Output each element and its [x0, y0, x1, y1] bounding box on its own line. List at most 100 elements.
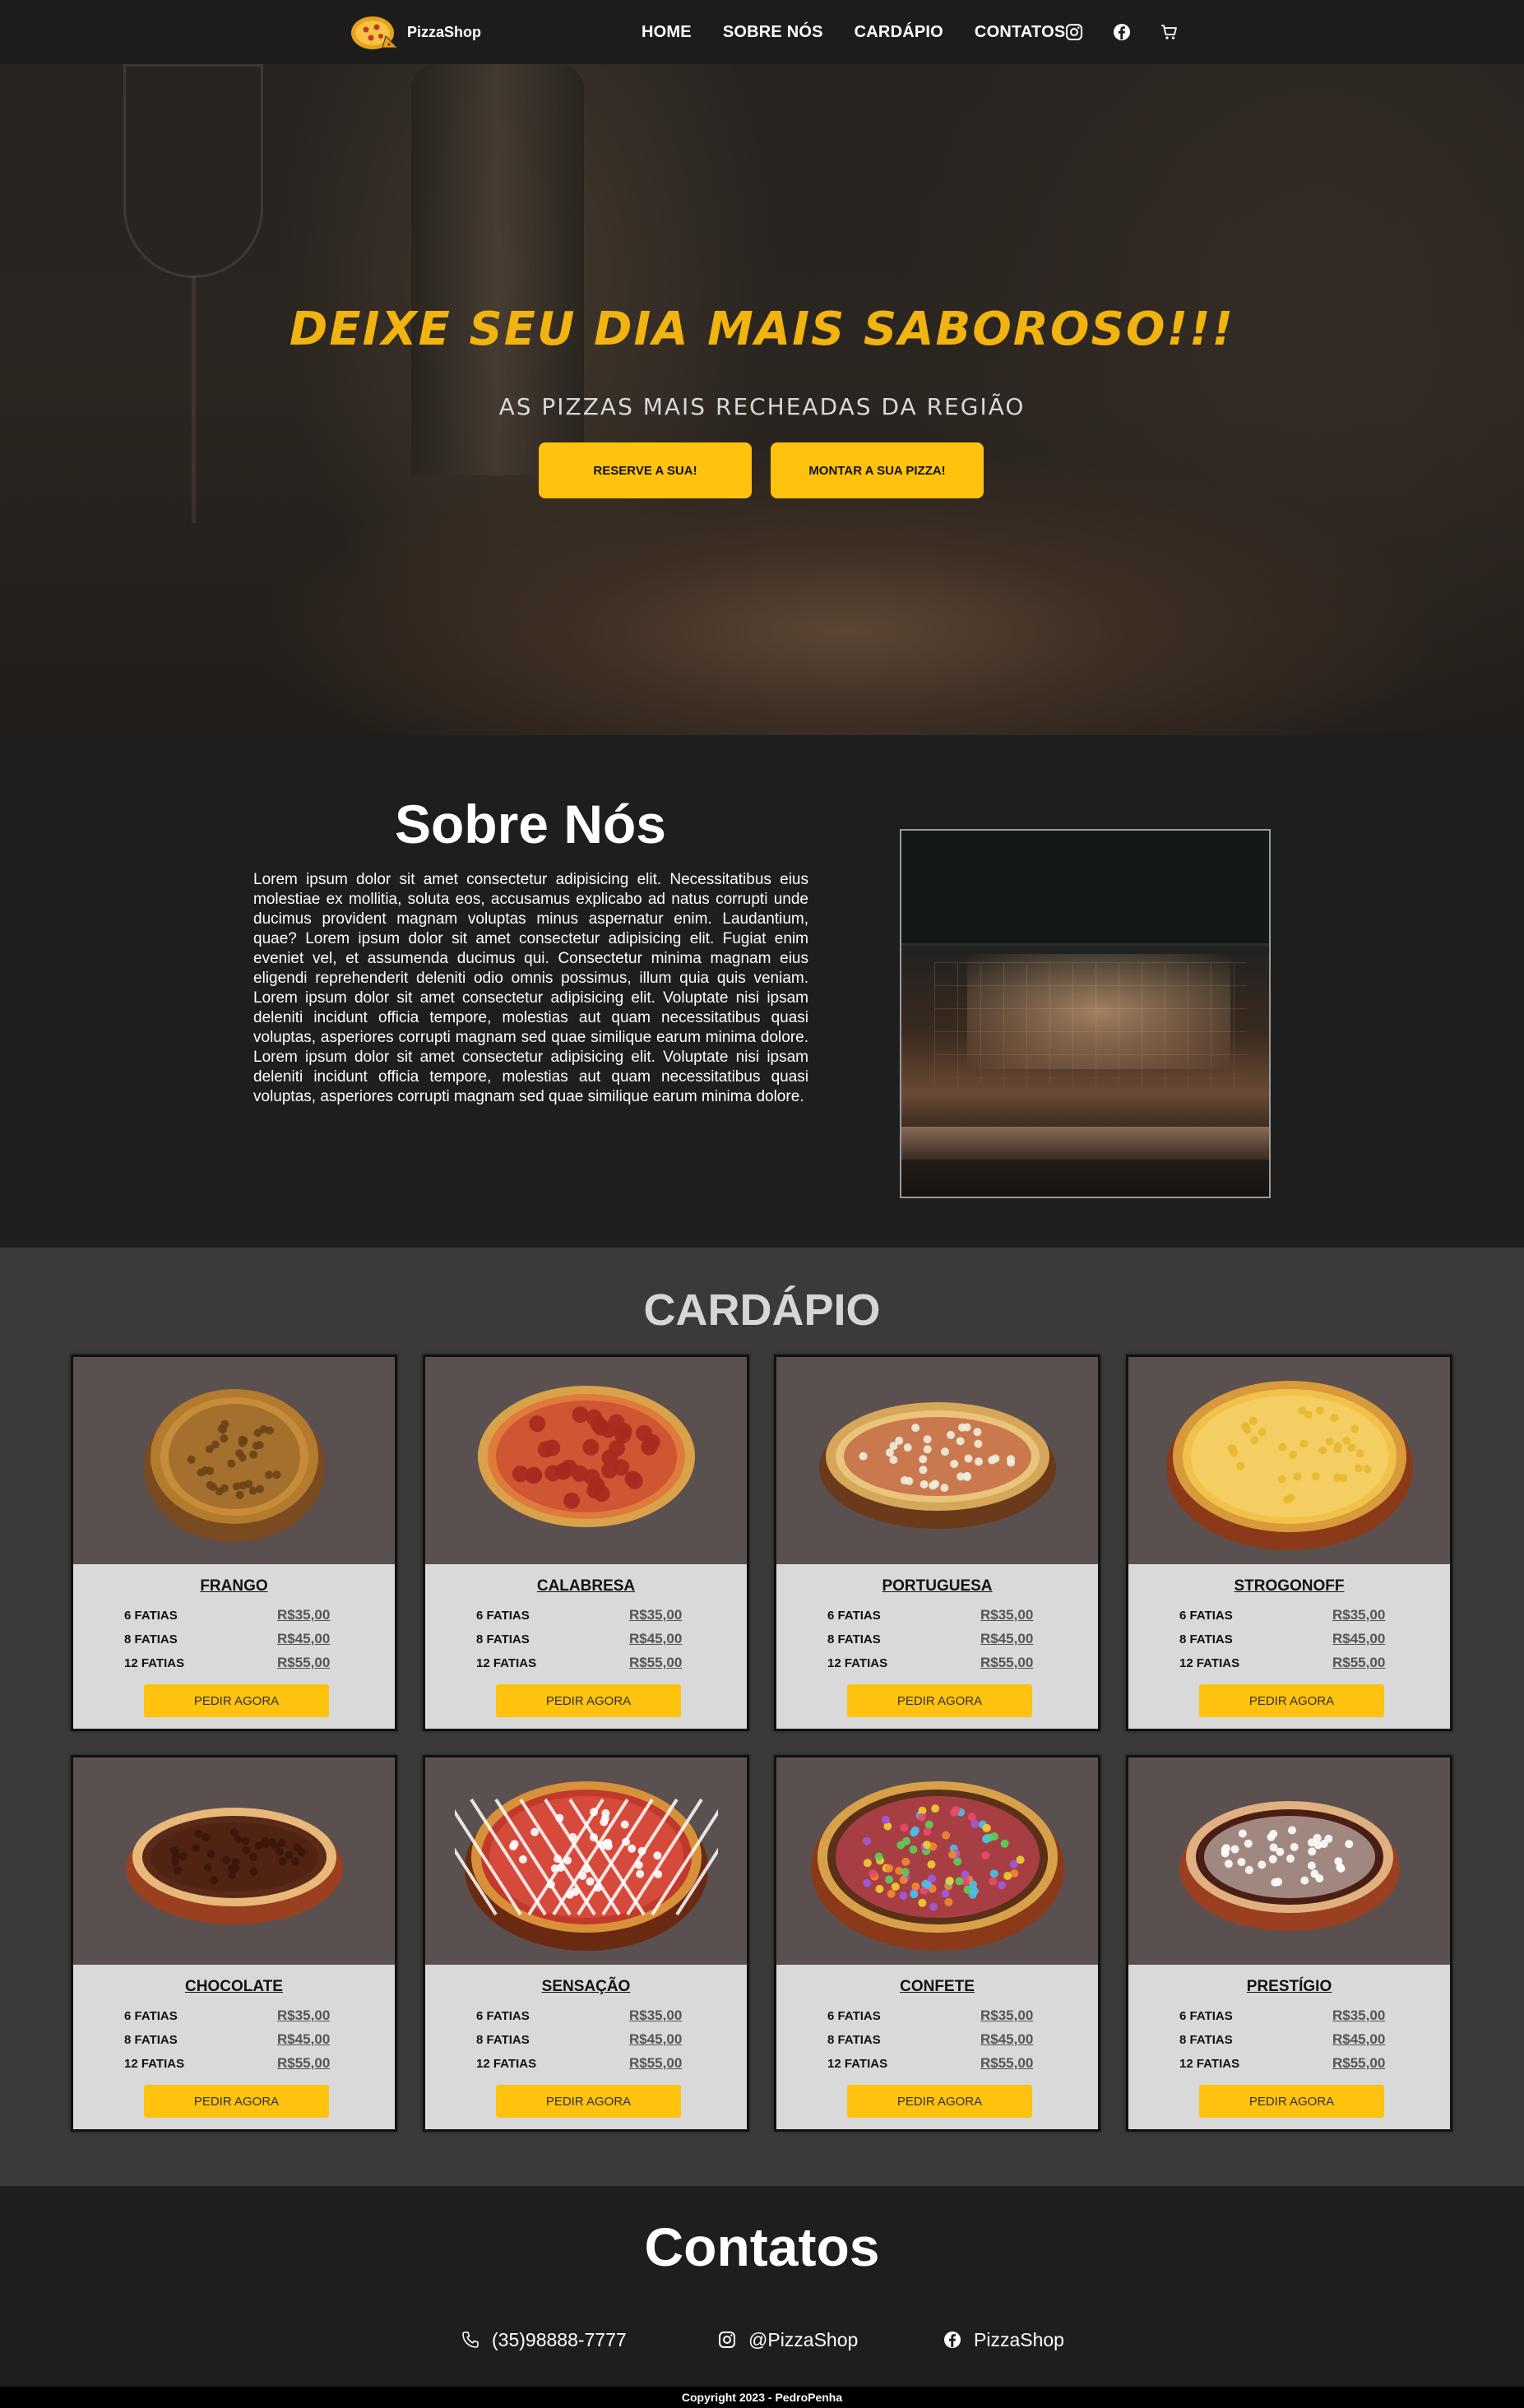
brand[interactable]: PizzaShop	[350, 12, 481, 53]
price-value[interactable]: R$45,00	[277, 2031, 330, 2048]
price-value[interactable]: R$55,00	[629, 2055, 682, 2072]
order-now-button[interactable]: PEDIR AGORA	[144, 2085, 329, 2118]
price-value[interactable]: R$45,00	[1332, 1631, 1385, 1647]
price-value[interactable]: R$35,00	[1332, 2007, 1385, 2024]
pizza-image	[1128, 1357, 1450, 1564]
price-value[interactable]: R$35,00	[629, 1607, 682, 1623]
reserve-button[interactable]: RESERVE A SUA!	[539, 442, 752, 498]
price-row: 12 FATIAS R$55,00	[124, 2055, 346, 2075]
order-now-button[interactable]: PEDIR AGORA	[847, 1684, 1032, 1717]
facebook-icon	[944, 2332, 961, 2348]
kitchen-image	[900, 829, 1271, 1198]
price-value[interactable]: R$45,00	[629, 2031, 682, 2048]
size-label: 6 FATIAS	[124, 2009, 178, 2023]
contact-phone[interactable]: (35)98888-7777	[461, 2326, 627, 2354]
size-label: 6 FATIAS	[476, 1609, 530, 1623]
size-label: 6 FATIAS	[1179, 2009, 1233, 2023]
pizza-card: CALABRESA 6 FATIAS R$35,00 8 FATIAS R$45,00 1…	[423, 1354, 749, 1731]
price-value[interactable]: R$45,00	[980, 2031, 1033, 2048]
size-label: 12 FATIAS	[476, 1656, 537, 1670]
price-value[interactable]: R$35,00	[980, 1607, 1033, 1623]
pizza-name: CHOCOLATE	[185, 1978, 283, 1995]
size-label: 8 FATIAS	[827, 2033, 881, 2047]
pizza-name: FRANGO	[200, 1577, 268, 1595]
price-row: 12 FATIAS R$55,00	[476, 1655, 698, 1674]
pizza-card: CONFETE 6 FATIAS R$35,00 8 FATIAS R$45,00 12 …	[774, 1755, 1100, 2132]
pizza-illustration	[810, 1781, 1064, 1951]
price-row: 12 FATIAS R$55,00	[1179, 2055, 1401, 2075]
price-value[interactable]: R$35,00	[277, 1607, 330, 1623]
order-now-button[interactable]: PEDIR AGORA	[496, 2085, 681, 2118]
price-value[interactable]: R$45,00	[1332, 2031, 1385, 2048]
order-now-button[interactable]: PEDIR AGORA	[144, 1684, 329, 1717]
price-value[interactable]: R$45,00	[980, 1631, 1033, 1647]
pizza-illustration	[477, 1386, 695, 1527]
size-label: 6 FATIAS	[827, 2009, 881, 2023]
pizza-card: STROGONOFF 6 FATIAS R$35,00 8 FATIAS R$45,00…	[1126, 1354, 1452, 1731]
hero-wine-glass	[123, 64, 263, 278]
price-row: 8 FATIAS R$45,00	[476, 1631, 698, 1651]
facebook-icon[interactable]	[1112, 22, 1132, 42]
price-value[interactable]: R$55,00	[1332, 2055, 1385, 2072]
price-row: 6 FATIAS R$35,00	[476, 1607, 698, 1627]
build-pizza-button[interactable]: MONTAR A SUA PIZZA!	[771, 442, 984, 498]
price-row: 8 FATIAS R$45,00	[476, 2031, 698, 2051]
size-label: 12 FATIAS	[1179, 2057, 1240, 2071]
pizza-illustration	[818, 1402, 1056, 1529]
price-value[interactable]: R$55,00	[980, 2055, 1033, 2072]
pizza-image	[776, 1357, 1098, 1564]
price-value[interactable]: R$45,00	[629, 1631, 682, 1647]
size-label: 6 FATIAS	[1179, 1609, 1233, 1623]
order-now-button[interactable]: PEDIR AGORA	[1199, 2085, 1384, 2118]
price-row: 6 FATIAS R$35,00	[827, 2007, 1049, 2027]
price-row: 8 FATIAS R$45,00	[1179, 2031, 1401, 2051]
contact-instagram[interactable]: @PizzaShop	[717, 2326, 858, 2354]
pizza-illustration	[125, 1808, 343, 1924]
price-value[interactable]: R$55,00	[1332, 1655, 1385, 1671]
price-value[interactable]: R$55,00	[980, 1655, 1033, 1671]
size-label: 12 FATIAS	[476, 2057, 537, 2071]
contact-facebook[interactable]: PizzaShop	[943, 2326, 1064, 2354]
price-value[interactable]: R$35,00	[629, 2007, 682, 2024]
sobre-section: Sobre Nós Lorem ipsum dolor sit amet con…	[0, 735, 1524, 1248]
kitchen-counter	[901, 1127, 1269, 1160]
price-row: 12 FATIAS R$55,00	[476, 2055, 698, 2075]
order-now-button[interactable]: PEDIR AGORA	[847, 2085, 1032, 2118]
nav-link-contatos[interactable]: CONTATOS	[975, 23, 1066, 42]
price-value[interactable]: R$45,00	[277, 1631, 330, 1647]
pizza-name: SENSAÇÃO	[541, 1978, 631, 1995]
pizza-name: CALABRESA	[536, 1577, 636, 1595]
pizza-illustration	[143, 1389, 325, 1542]
price-value[interactable]: R$55,00	[277, 1655, 330, 1671]
size-label: 6 FATIAS	[124, 1609, 178, 1623]
pizza-name: STROGONOFF	[1234, 1577, 1345, 1595]
pizza-card: SENSAÇÃO 6 FATIAS R$35,00 8 FATIAS R$45,00 12…	[423, 1755, 749, 2132]
pizza-illustration	[1165, 1381, 1413, 1550]
size-label: 8 FATIAS	[1179, 2033, 1233, 2047]
nav-links: HOME SOBRE NÓS CARDÁPIO CONTATOS	[642, 0, 1096, 64]
nav-link-home[interactable]: HOME	[642, 23, 692, 42]
price-value[interactable]: R$35,00	[277, 2007, 330, 2024]
instagram-icon[interactable]	[1064, 22, 1084, 42]
price-value[interactable]: R$55,00	[629, 1655, 682, 1671]
hero-subtitle: AS PIZZAS MAIS RECHEADAS DA REGIÃO	[498, 393, 1026, 420]
cart-icon[interactable]	[1160, 22, 1179, 42]
pizza-name: PORTUGUESA	[882, 1577, 993, 1595]
size-label: 6 FATIAS	[827, 1609, 881, 1623]
contact-instagram-text: @PizzaShop	[748, 2328, 859, 2350]
sobre-text: Lorem ipsum dolor sit amet consectetur a…	[253, 871, 808, 1105]
price-value[interactable]: R$35,00	[1332, 1607, 1385, 1623]
hero-title: DEIXE SEU DIA MAIS SABOROSO!!!	[289, 303, 1235, 356]
price-row: 12 FATIAS R$55,00	[124, 1655, 346, 1674]
nav-link-sobre[interactable]: SOBRE NÓS	[723, 23, 823, 42]
size-label: 8 FATIAS	[827, 1632, 881, 1646]
order-now-button[interactable]: PEDIR AGORA	[1199, 1684, 1384, 1717]
price-value[interactable]: R$55,00	[277, 2055, 330, 2072]
pizza-illustration	[1179, 1801, 1400, 1931]
size-label: 8 FATIAS	[476, 1632, 530, 1646]
nav-link-cardapio[interactable]: CARDÁPIO	[855, 23, 943, 42]
pizza-name: CONFETE	[900, 1978, 975, 1995]
price-value[interactable]: R$35,00	[980, 2007, 1033, 2024]
hero-section: DEIXE SEU DIA MAIS SABOROSO!!! AS PIZZAS…	[0, 64, 1524, 735]
order-now-button[interactable]: PEDIR AGORA	[496, 1684, 681, 1717]
